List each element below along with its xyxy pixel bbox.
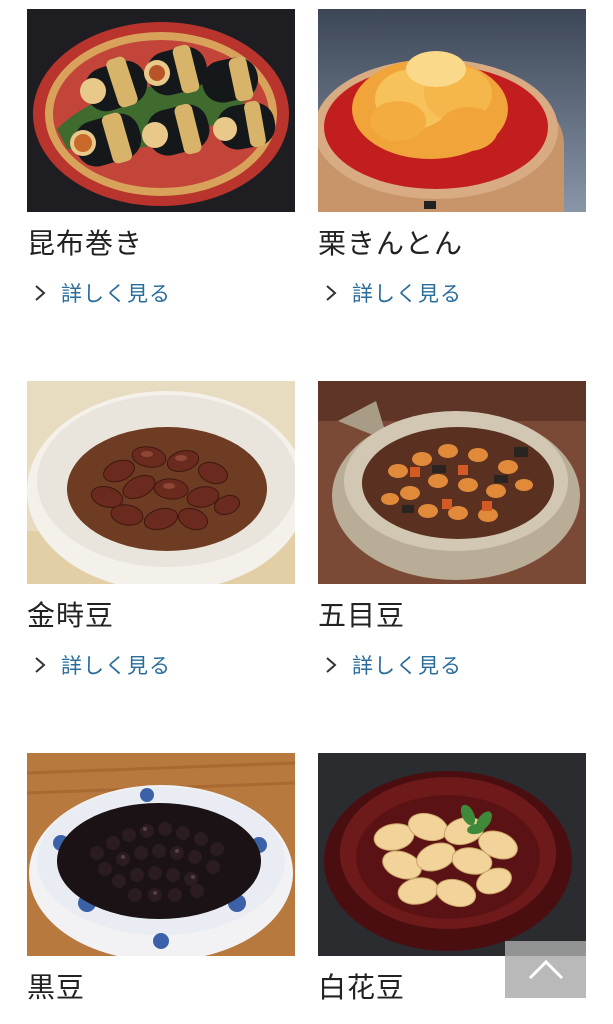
kintokimame-photo[interactable] [27, 381, 295, 584]
kuromame-photo[interactable] [27, 753, 295, 956]
gomokumame-title: 五目豆 [318, 599, 406, 632]
chevron-right-icon [326, 657, 337, 673]
card-gomokumame: 五目豆 詳しく見る [318, 381, 586, 678]
recipe-grid: 昆布巻き 詳しく見る 栗きんとん 詳しく見る 金時豆 詳しく見る 五目豆 詳しく… [0, 0, 613, 1024]
kurikinton-photo[interactable] [318, 9, 586, 212]
kombumaki-more-label: 詳しく見る [61, 282, 171, 306]
kintokimame-more-label: 詳しく見る [61, 654, 171, 678]
kintokimame-image [27, 381, 295, 584]
kuromame-title: 黒豆 [27, 971, 86, 1004]
scroll-to-top-button[interactable] [505, 941, 586, 998]
chevron-right-icon [326, 285, 337, 301]
gomokumame-more-link[interactable]: 詳しく見る [318, 652, 586, 678]
chevron-right-icon [35, 657, 46, 673]
gomokumame-photo[interactable] [318, 381, 586, 584]
gomokumame-image [318, 381, 586, 584]
kombumaki-title: 昆布巻き [27, 227, 144, 260]
kurikinton-more-link[interactable]: 詳しく見る [318, 280, 586, 306]
kintokimame-title: 金時豆 [27, 599, 115, 632]
kombumaki-photo[interactable] [27, 9, 295, 212]
chevron-right-icon [35, 285, 46, 301]
kurikinton-more-label: 詳しく見る [352, 282, 462, 306]
kintokimame-more-link[interactable]: 詳しく見る [27, 652, 295, 678]
kombumaki-more-link[interactable]: 詳しく見る [27, 280, 295, 306]
card-kombumaki: 昆布巻き 詳しく見る [27, 9, 295, 306]
gomokumame-more-label: 詳しく見る [352, 654, 462, 678]
kurikinton-image [318, 9, 586, 212]
kurikinton-title: 栗きんとん [318, 227, 464, 260]
shirohanamame-photo[interactable] [318, 753, 586, 956]
card-kuromame: 黒豆 [27, 753, 295, 1006]
chevron-up-icon [528, 959, 563, 979]
kuromame-image [27, 753, 295, 956]
kombumaki-image [27, 9, 295, 212]
card-kintokimame: 金時豆 詳しく見る [27, 381, 295, 678]
shirohanamame-image [318, 753, 586, 956]
card-kurikinton: 栗きんとん 詳しく見る [318, 9, 586, 306]
